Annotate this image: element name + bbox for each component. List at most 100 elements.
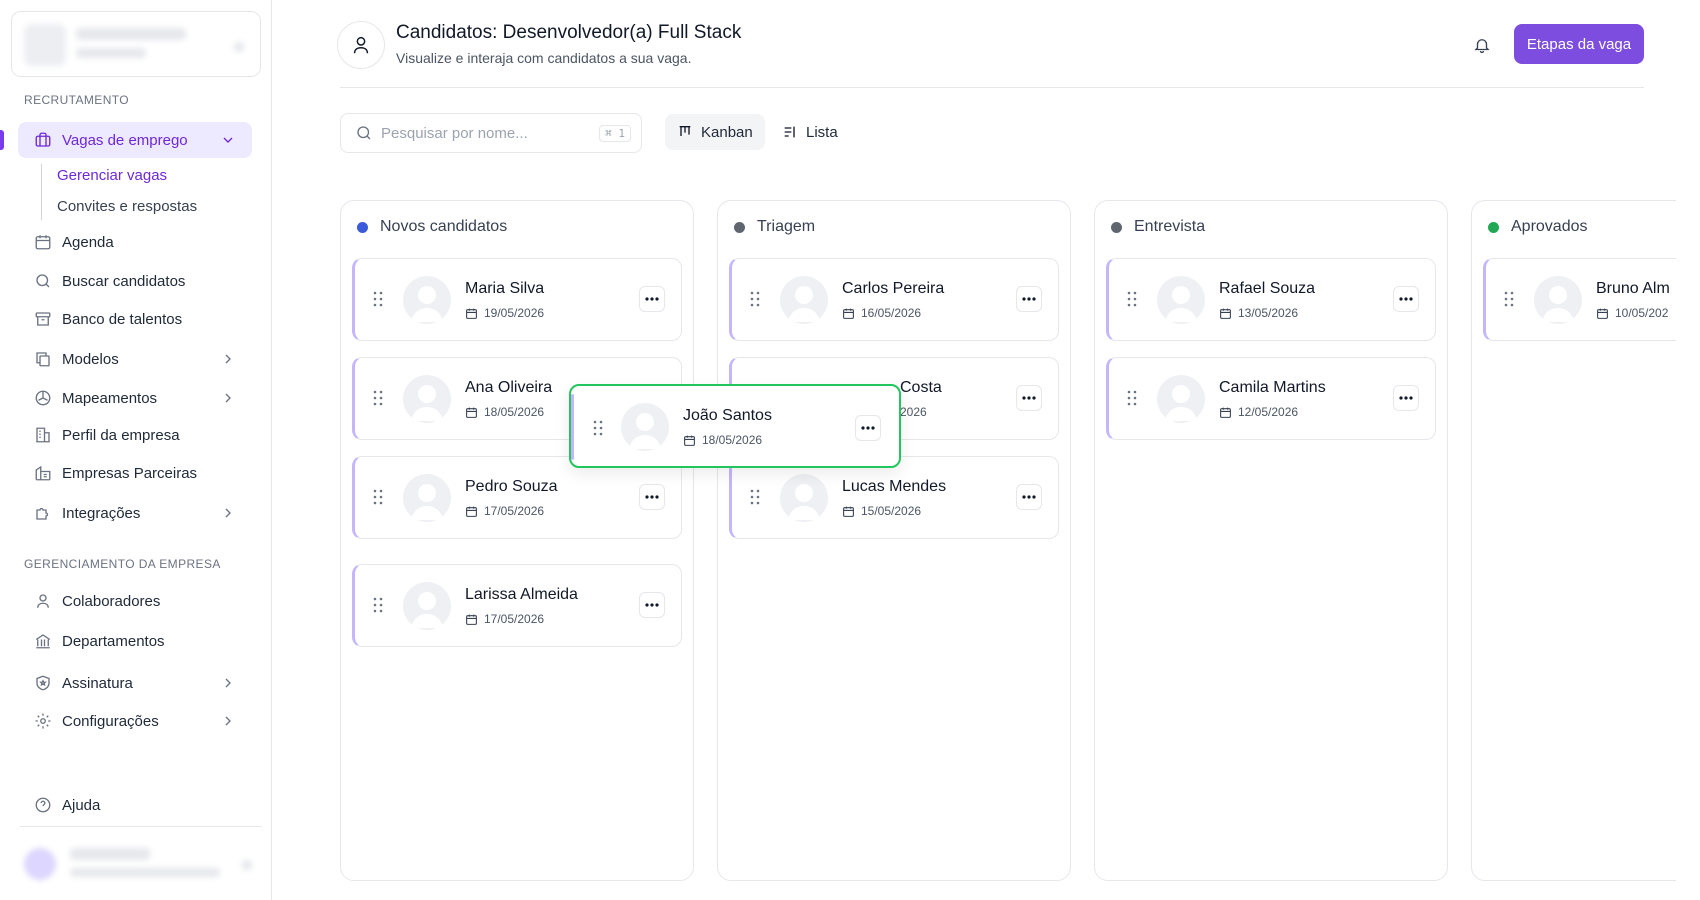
avatar [403, 276, 451, 324]
dragging-candidate-card[interactable]: João Santos 18/05/2026 [569, 384, 901, 468]
sidebar-item-integrations[interactable]: Integrações [18, 495, 252, 531]
calendar-icon [843, 308, 854, 319]
status-dot [1488, 221, 1499, 233]
sidebar-item-departments[interactable]: Departamentos [18, 623, 252, 659]
sidebar-item-search[interactable]: Buscar candidatos [18, 263, 252, 299]
status-dot [734, 221, 745, 233]
ellipsis-icon [1399, 396, 1413, 400]
candidate-card[interactable]: Bruno Alm 10/05/202 [1483, 258, 1676, 341]
sidebar-item-partners[interactable]: Empresas Parceiras [18, 455, 252, 491]
column-approved: Aprovados Bruno Alm 10/05/202 [1471, 200, 1676, 881]
sidebar-item-label: Configurações [62, 712, 159, 730]
drag-handle-icon[interactable] [593, 420, 603, 436]
candidate-date: 18/05/2026 [683, 433, 762, 447]
more-options-button[interactable] [639, 286, 665, 312]
more-options-button[interactable] [1016, 286, 1042, 312]
more-options-button[interactable] [1016, 385, 1042, 411]
calendar-icon [466, 407, 477, 418]
drag-handle-icon[interactable] [750, 489, 760, 505]
search-icon [34, 272, 52, 290]
page-title: Candidatos: Desenvolvedor(a) Full Stack [396, 22, 742, 43]
candidate-card[interactable]: Maria Silva 19/05/2026 [352, 258, 682, 341]
view-kanban-button[interactable]: Kanban [665, 114, 765, 150]
candidate-card[interactable]: Larissa Almeida 17/05/2026 [352, 564, 682, 647]
sidebar-item-label: Colaboradores [62, 592, 161, 610]
sidebar-item-mappings[interactable]: Mapeamentos [18, 380, 252, 416]
column-header: Novos candidatos [357, 218, 507, 236]
view-list-button[interactable]: Lista [770, 114, 850, 150]
calendar-icon [1220, 407, 1231, 418]
more-options-button[interactable] [1393, 286, 1419, 312]
candidate-date: 17/05/2026 [465, 612, 544, 626]
column-new-candidates: Novos candidatos Maria Silva 19/05/2026 … [340, 200, 694, 881]
more-options-button[interactable] [1393, 385, 1419, 411]
candidate-date: 16/05/2026 [842, 306, 921, 320]
ellipsis-icon [1399, 297, 1413, 301]
drag-handle-icon[interactable] [750, 291, 760, 307]
sidebar-item-jobs[interactable]: Vagas de emprego [18, 122, 252, 158]
candidate-name: João Santos [683, 407, 772, 424]
user-menu[interactable] [18, 838, 258, 888]
candidate-name: Camila Martins [1219, 379, 1326, 396]
sidebar-item-agenda[interactable]: Agenda [18, 224, 252, 260]
candidate-card[interactable]: Pedro Souza 17/05/2026 [352, 456, 682, 539]
candidate-card[interactable]: Camila Martins 12/05/2026 [1106, 357, 1436, 440]
sidebar-item-models[interactable]: Modelos [18, 341, 252, 377]
bell-icon[interactable] [1471, 34, 1493, 56]
submenu-line [41, 164, 42, 220]
sidebar-item-collaborators[interactable]: Colaboradores [18, 583, 252, 619]
buildings-icon [34, 464, 52, 482]
chevron-right-icon [220, 675, 236, 691]
sidebar-item-company-profile[interactable]: Perfil da empresa [18, 417, 252, 453]
status-dot [1111, 221, 1122, 233]
candidate-header-icon [337, 21, 385, 69]
job-stages-button[interactable]: Etapas da vaga [1514, 24, 1644, 64]
avatar [1534, 276, 1582, 324]
more-options-button[interactable] [855, 415, 881, 441]
more-options-button[interactable] [639, 592, 665, 618]
drag-handle-icon[interactable] [373, 489, 383, 505]
kanban-board: Novos candidatos Maria Silva 19/05/2026 … [340, 200, 1676, 882]
drag-handle-icon[interactable] [1127, 390, 1137, 406]
sidebar-item-label: Vagas de emprego [62, 131, 188, 149]
help-icon [34, 796, 52, 814]
drag-handle-icon[interactable] [373, 291, 383, 307]
candidate-date: 19/05/2026 [465, 306, 544, 320]
avatar [403, 375, 451, 423]
sidebar-item-settings[interactable]: Configurações [18, 703, 252, 739]
sidebar-item-label: Assinatura [62, 674, 133, 692]
subitem-manage-jobs[interactable]: Gerenciar vagas [57, 167, 167, 184]
blurred-text [234, 42, 244, 52]
candidate-card[interactable]: Rafael Souza 13/05/2026 [1106, 258, 1436, 341]
page-subtitle: Visualize e interaja com candidatos a su… [396, 50, 692, 66]
avatar [1157, 375, 1205, 423]
candidate-name: Maria Silva [465, 280, 545, 297]
sidebar-item-talent-bank[interactable]: Banco de talentos [18, 301, 252, 337]
sidebar-item-label: Empresas Parceiras [62, 464, 198, 482]
drag-handle-icon[interactable] [373, 390, 383, 406]
candidate-card[interactable]: Carlos Pereira 16/05/2026 [729, 258, 1059, 341]
drag-handle-icon[interactable] [1504, 291, 1514, 307]
candidate-date: 2026 [900, 405, 927, 419]
sidebar-item-help[interactable]: Ajuda [18, 787, 252, 823]
sidebar-item-label: Integrações [62, 504, 141, 522]
search-input[interactable] [381, 124, 581, 142]
calendar-icon [34, 233, 52, 251]
drag-handle-icon[interactable] [373, 597, 383, 613]
sidebar-item-label: Ajuda [62, 796, 101, 814]
sidebar-item-label: Modelos [62, 350, 119, 368]
more-options-button[interactable] [1016, 484, 1042, 510]
blurred-text [76, 28, 186, 40]
drag-handle-icon[interactable] [1127, 291, 1137, 307]
more-options-button[interactable] [639, 484, 665, 510]
subitem-invites[interactable]: Convites e respostas [57, 198, 197, 215]
workspace-switcher[interactable] [11, 11, 261, 77]
search-box[interactable]: ⌘ 1 [340, 113, 642, 153]
workspace-avatar [24, 24, 66, 66]
sidebar-item-subscription[interactable]: Assinatura [18, 665, 252, 701]
kanban-icon [679, 126, 691, 136]
column-screening: Triagem Carlos Pereira 16/05/2026 Costa … [717, 200, 1071, 881]
avatar [621, 403, 669, 451]
candidate-card[interactable]: Lucas Mendes 15/05/2026 [729, 456, 1059, 539]
candidate-date: 15/05/2026 [842, 504, 921, 518]
